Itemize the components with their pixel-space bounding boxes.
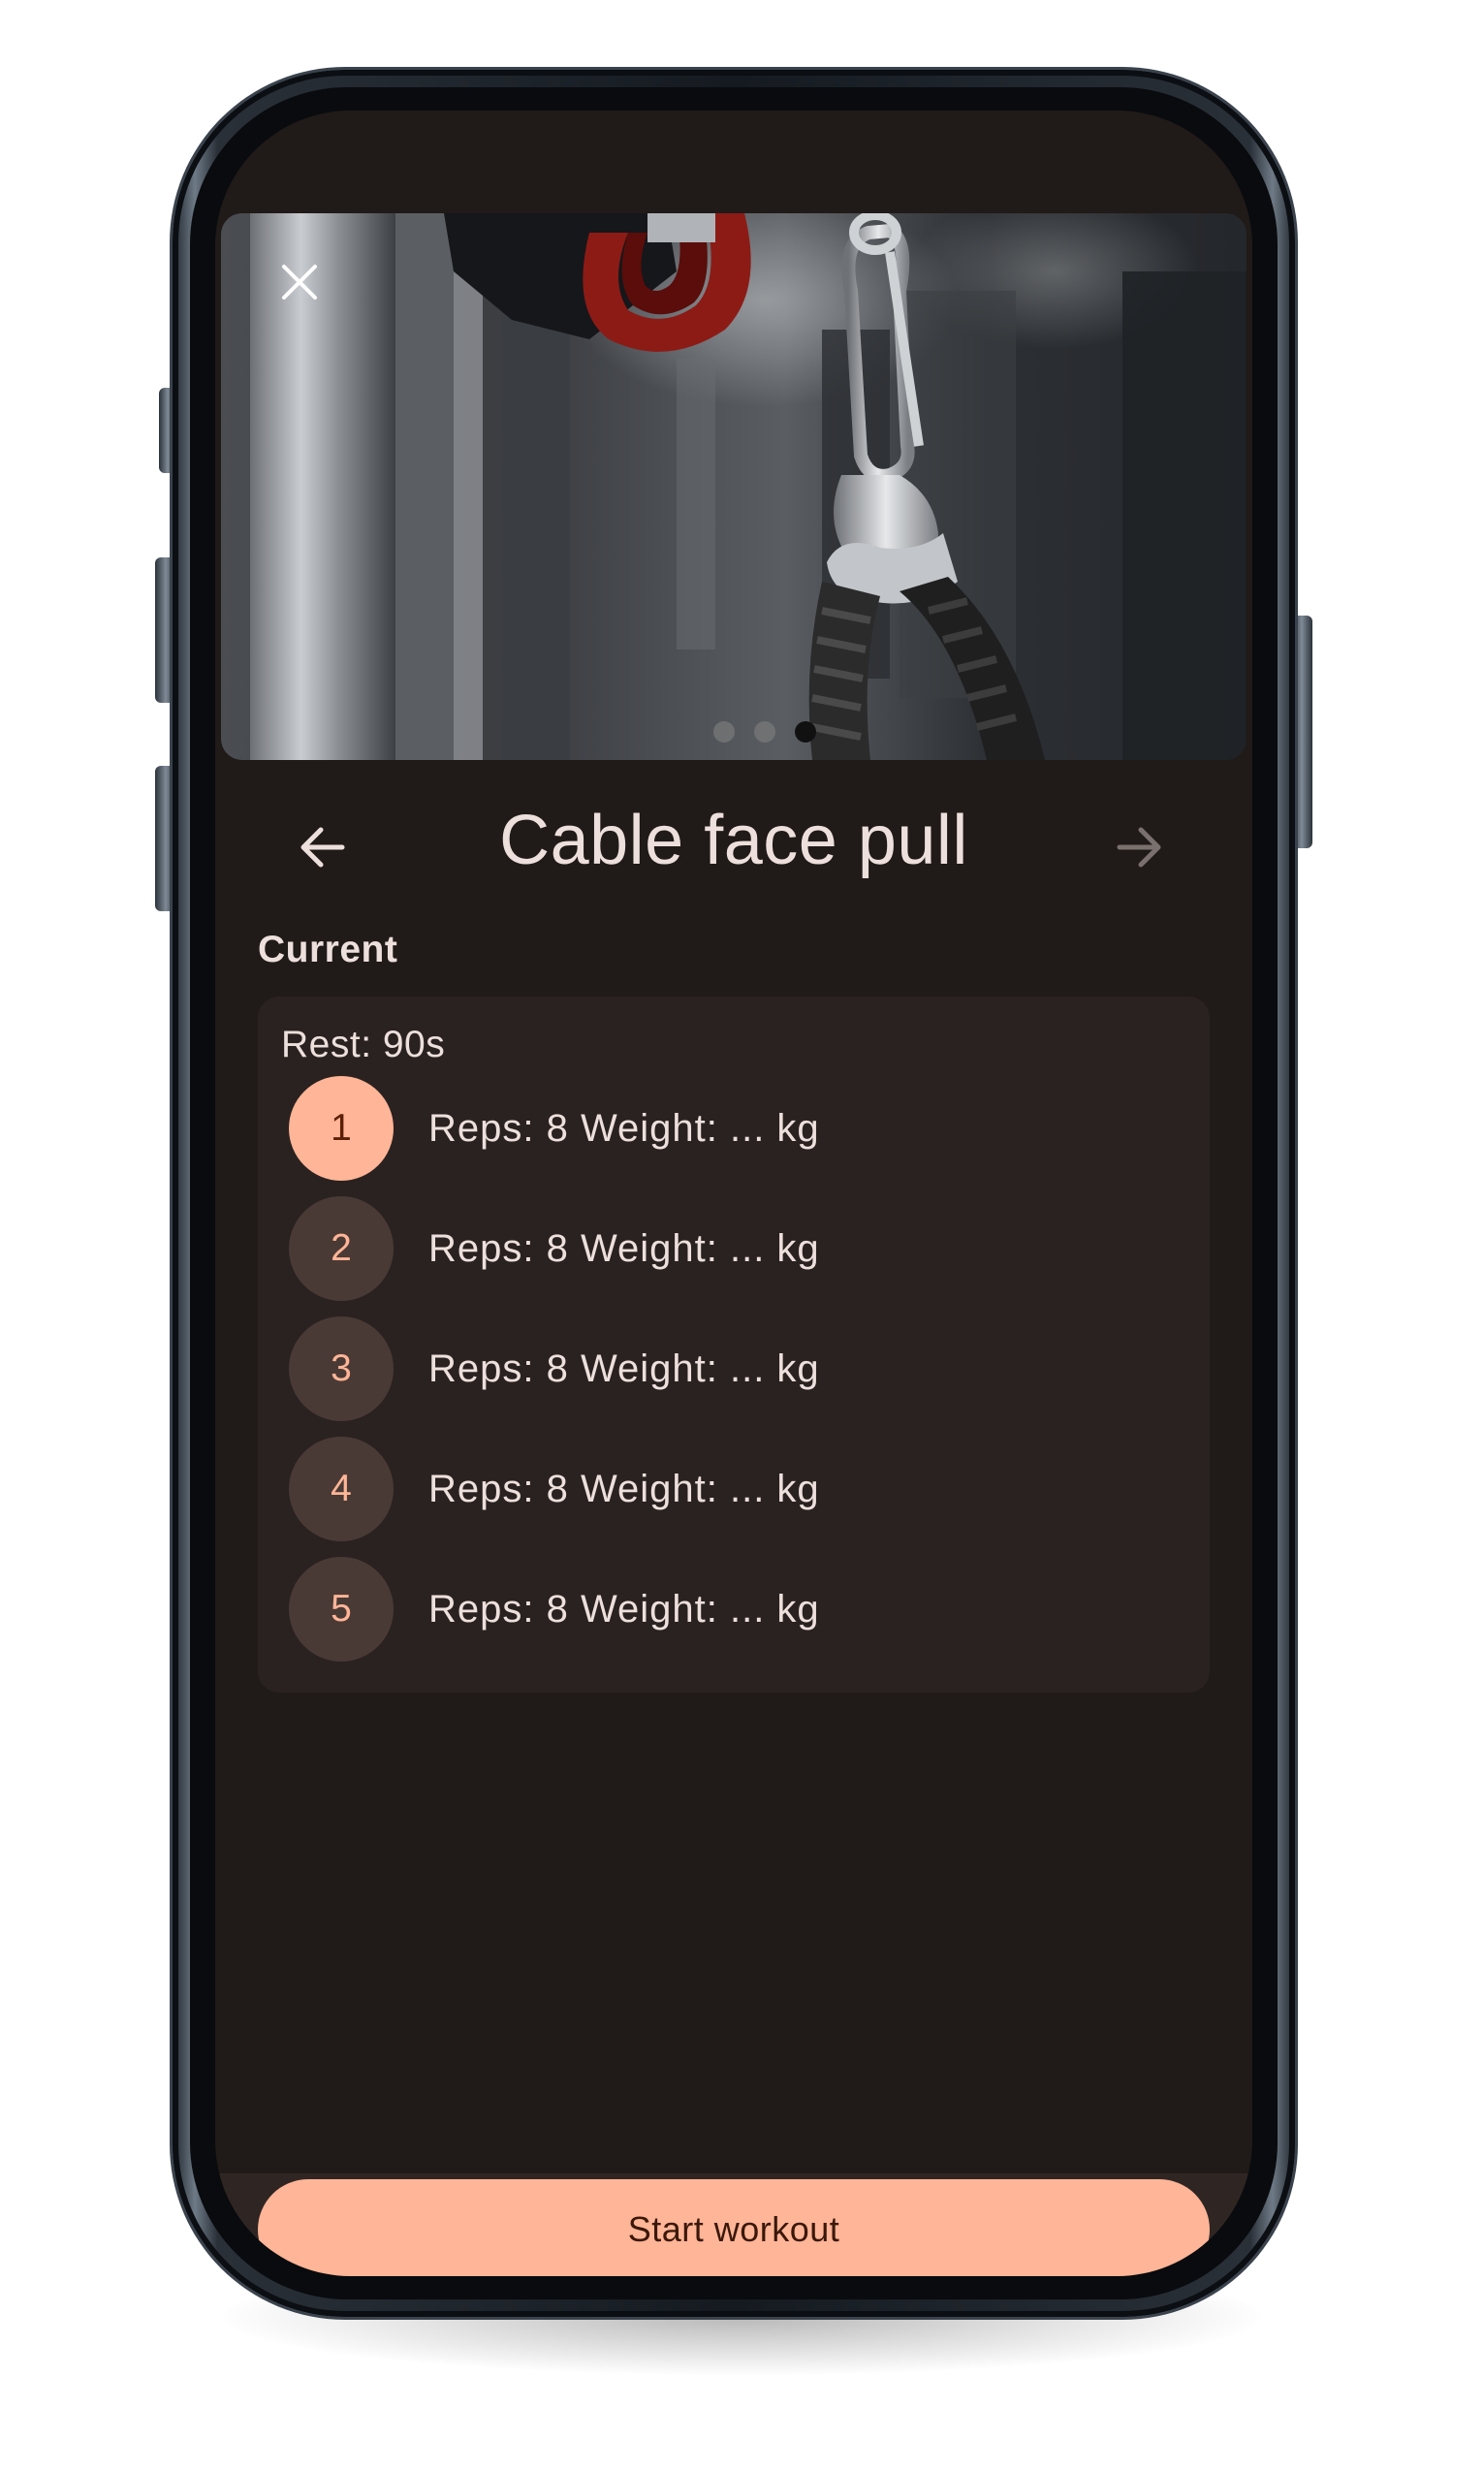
carousel-dot-active[interactable] (795, 721, 816, 743)
carousel-dot[interactable] (754, 721, 775, 743)
set-details: Reps: 8 Weight: ... kg (428, 1226, 820, 1270)
rest-duration: Rest: 90s (281, 1024, 446, 1065)
set-row-3[interactable]: 3 Reps: 8 Weight: ... kg (289, 1316, 1161, 1421)
set-details: Reps: 8 Weight: ... kg (428, 1587, 820, 1631)
set-row-4[interactable]: 4 Reps: 8 Weight: ... kg (289, 1437, 1161, 1541)
next-exercise-button[interactable] (1099, 807, 1181, 888)
close-icon (282, 265, 317, 300)
start-workout-button[interactable]: Start workout (258, 2179, 1210, 2276)
arrow-right-icon (1117, 827, 1161, 868)
set-details: Reps: 8 Weight: ... kg (428, 1106, 820, 1150)
set-number-badge: 1 (289, 1076, 394, 1181)
set-number-badge: 2 (289, 1196, 394, 1301)
set-details: Reps: 8 Weight: ... kg (428, 1346, 820, 1390)
set-row-2[interactable]: 2 Reps: 8 Weight: ... kg (289, 1196, 1161, 1301)
app-screen: Cable face pull Current Rest: 90s 1 Reps… (215, 111, 1252, 2276)
carousel-dot[interactable] (713, 721, 735, 743)
carousel-indicator (252, 721, 1247, 743)
exercise-title: Cable face pull (499, 802, 968, 879)
set-number-badge: 3 (289, 1316, 394, 1421)
set-number-badge: 4 (289, 1437, 394, 1541)
set-number-badge: 5 (289, 1557, 394, 1662)
cable-attachment-photo (221, 213, 1247, 760)
exercise-image (221, 213, 1247, 760)
exercise-header: Cable face pull (215, 779, 1252, 925)
set-row-5[interactable]: 5 Reps: 8 Weight: ... kg (289, 1557, 1161, 1662)
set-row-1[interactable]: 1 Reps: 8 Weight: ... kg (289, 1076, 1161, 1181)
close-button[interactable] (264, 246, 335, 318)
set-details: Reps: 8 Weight: ... kg (428, 1467, 820, 1510)
sets-card: Rest: 90s 1 Reps: 8 Weight: ... kg 2 Rep… (258, 997, 1210, 1693)
section-label: Current (258, 929, 398, 970)
